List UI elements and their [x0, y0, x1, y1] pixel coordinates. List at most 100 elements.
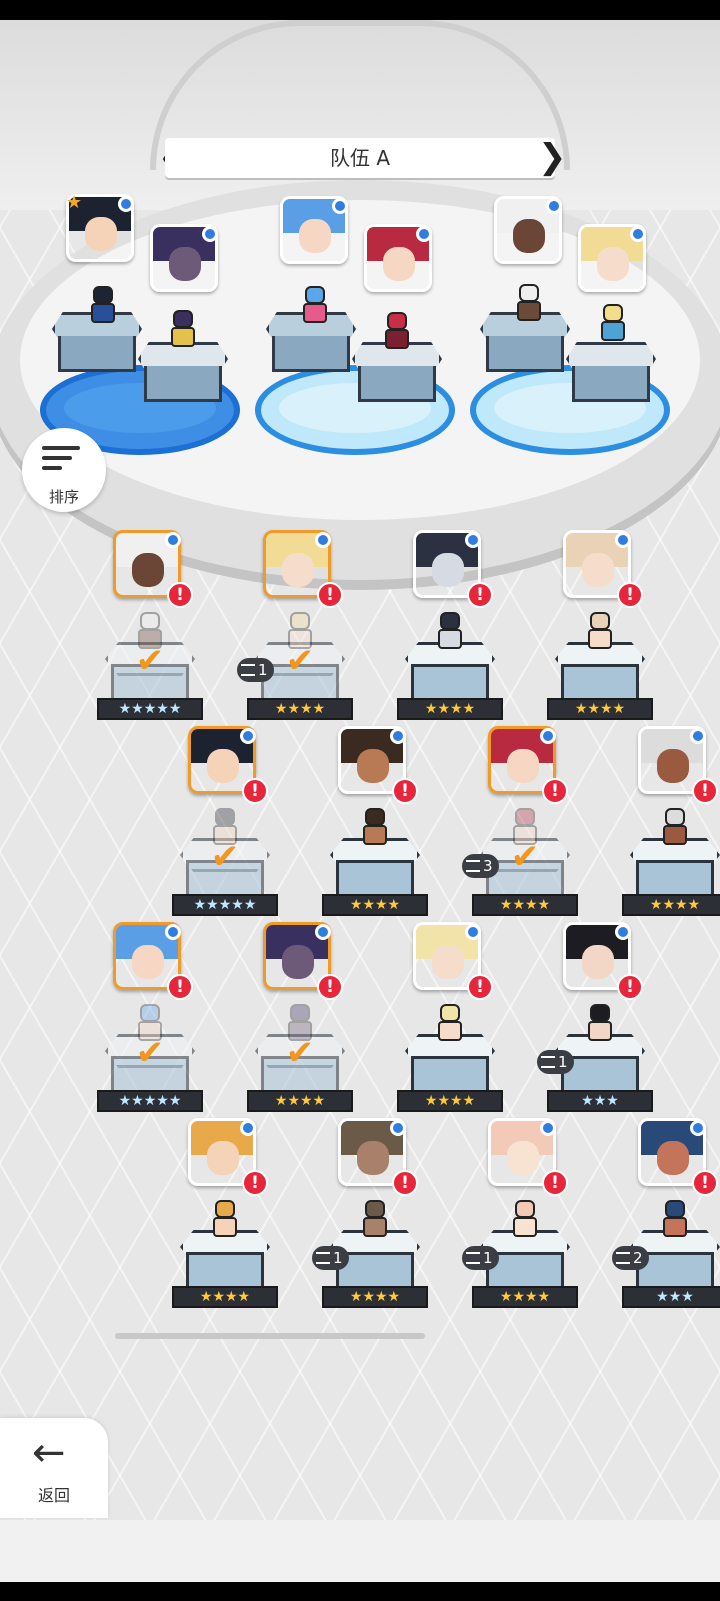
equip-dot-icon [540, 728, 556, 744]
alert-badge-icon: ! [467, 582, 493, 608]
equip-dot-icon [615, 924, 631, 940]
duplicate-count-badge: 1 [312, 1246, 349, 1270]
hero-sprite [583, 612, 617, 652]
equip-dot-icon [540, 1120, 556, 1136]
duplicate-count: 1 [483, 1249, 493, 1267]
star-rating: ★★★★★ [97, 1090, 203, 1112]
alert-badge-icon: ! [167, 582, 193, 608]
in-team-check-icon: ✔ [285, 1033, 315, 1073]
equip-dot-icon [315, 532, 331, 548]
sort-button[interactable]: 排序 [22, 428, 106, 512]
equip-dot-icon [615, 532, 631, 548]
alert-badge-icon: ! [542, 1170, 568, 1196]
equip-dot-icon [332, 198, 348, 214]
equip-dot-icon [690, 1120, 706, 1136]
sort-icon [42, 446, 82, 476]
alert-badge-icon: ! [617, 974, 643, 1000]
star-rating: ★★★★ [322, 894, 428, 916]
in-team-check-icon: ✔ [135, 1033, 165, 1073]
stack-icon [316, 1252, 330, 1264]
star-rating: ★★★★★ [97, 698, 203, 720]
alert-badge-icon: ! [392, 1170, 418, 1196]
team-hero-sprite [86, 286, 120, 326]
hero-sprite [433, 612, 467, 652]
leader-star-icon: ★ [66, 192, 83, 213]
equip-dot-icon [416, 226, 432, 242]
alert-badge-icon: ! [542, 778, 568, 804]
alert-badge-icon: ! [242, 1170, 268, 1196]
stack-icon [466, 1252, 480, 1264]
duplicate-count: 2 [633, 1249, 643, 1267]
duplicate-count: 1 [258, 661, 268, 679]
team-pedestal[interactable] [566, 342, 656, 402]
scroll-indicator [115, 1333, 425, 1339]
stack-icon [616, 1252, 630, 1264]
equip-dot-icon [390, 1120, 406, 1136]
duplicate-count-badge: 2 [612, 1246, 649, 1270]
duplicate-count: 1 [558, 1053, 568, 1071]
stack-icon [541, 1056, 555, 1068]
next-team-arrow-icon[interactable]: ❯ [538, 138, 567, 178]
hero-sprite [208, 1200, 242, 1240]
equip-dot-icon [690, 728, 706, 744]
equip-dot-icon [240, 1120, 256, 1136]
in-team-check-icon: ✔ [510, 837, 540, 877]
duplicate-count-badge: 1 [537, 1050, 574, 1074]
alert-badge-icon: ! [617, 582, 643, 608]
equip-dot-icon [546, 198, 562, 214]
star-rating: ★★★★ [397, 698, 503, 720]
back-label: 返回 [37, 1486, 70, 1505]
star-rating: ★★★★ [472, 1286, 578, 1308]
alert-badge-icon: ! [467, 974, 493, 1000]
team-hero-sprite [298, 286, 332, 326]
equip-dot-icon [465, 532, 481, 548]
star-rating: ★★★★ [322, 1286, 428, 1308]
duplicate-count-badge: 3 [462, 854, 499, 878]
equip-dot-icon [118, 196, 134, 212]
in-team-check-icon: ✔ [135, 641, 165, 681]
duplicate-count-badge: 1 [237, 658, 274, 682]
equip-dot-icon [390, 728, 406, 744]
star-rating: ★★★★ [172, 1286, 278, 1308]
star-rating: ★★★★ [472, 894, 578, 916]
team-hero-sprite [596, 304, 630, 344]
star-rating: ★★★★ [547, 698, 653, 720]
hero-sprite [358, 808, 392, 848]
star-rating: ★★★ [622, 1286, 720, 1308]
stack-icon [241, 664, 255, 676]
hero-sprite [358, 1200, 392, 1240]
hero-sprite [658, 1200, 692, 1240]
duplicate-count: 3 [483, 857, 493, 875]
hero-sprite [583, 1004, 617, 1044]
duplicate-count-badge: 1 [462, 1246, 499, 1270]
sort-label: 排序 [48, 488, 79, 506]
hero-sprite [433, 1004, 467, 1044]
equip-dot-icon [165, 532, 181, 548]
duplicate-count: 1 [333, 1249, 343, 1267]
navigation-bar [0, 1582, 720, 1601]
back-arrow-icon: ← [32, 1430, 66, 1476]
equip-dot-icon [165, 924, 181, 940]
back-button[interactable]: ← 返回 [0, 1418, 108, 1518]
bottom-strip [0, 1520, 720, 1582]
team-pedestal[interactable] [138, 342, 228, 402]
hero-sprite [508, 1200, 542, 1240]
in-team-check-icon: ✔ [210, 837, 240, 877]
status-bar [0, 0, 720, 20]
stack-icon [466, 860, 480, 872]
equip-dot-icon [202, 226, 218, 242]
alert-badge-icon: ! [242, 778, 268, 804]
team-title: 队伍 A [165, 138, 555, 178]
alert-badge-icon: ! [317, 974, 343, 1000]
star-rating: ★★★ [547, 1090, 653, 1112]
alert-badge-icon: ! [692, 1170, 718, 1196]
alert-badge-icon: ! [317, 582, 343, 608]
equip-dot-icon [315, 924, 331, 940]
alert-badge-icon: ! [692, 778, 718, 804]
equip-dot-icon [465, 924, 481, 940]
alert-badge-icon: ! [392, 778, 418, 804]
star-rating: ★★★★ [622, 894, 720, 916]
star-rating: ★★★★ [247, 1090, 353, 1112]
team-hero-sprite [380, 312, 414, 352]
alert-badge-icon: ! [167, 974, 193, 1000]
